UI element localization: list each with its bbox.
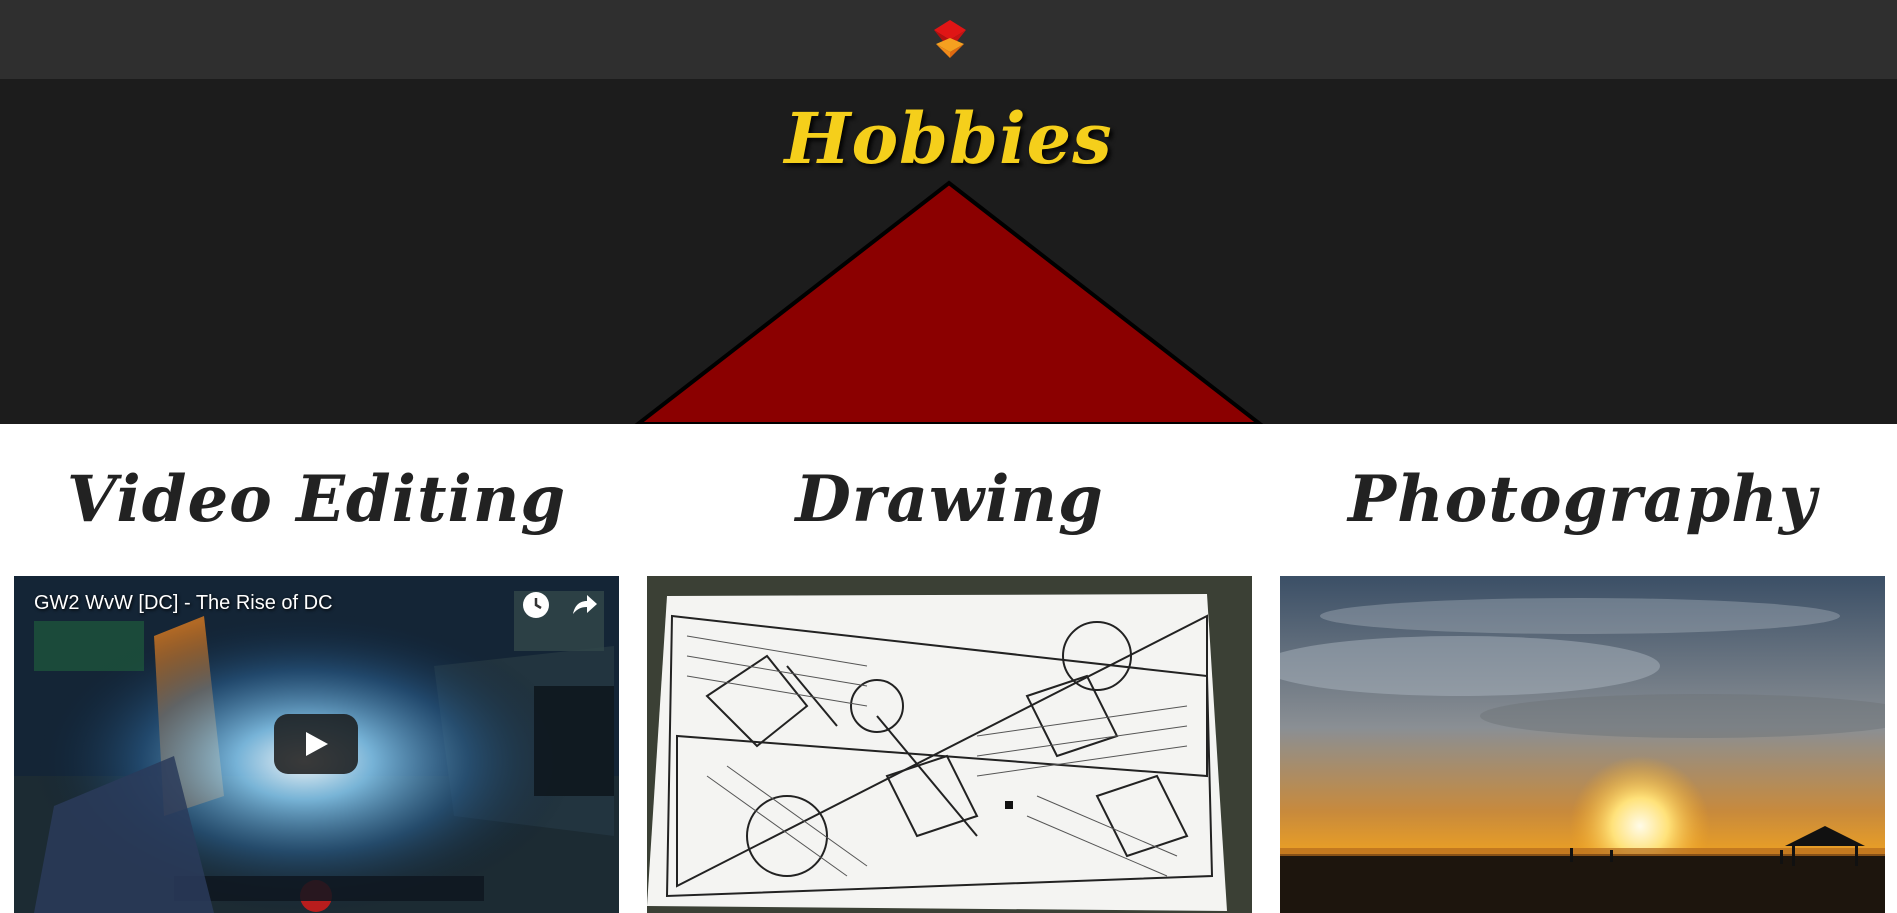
- drawing-image: [647, 576, 1252, 913]
- photography-image: [1280, 576, 1885, 913]
- cube-logo-icon[interactable]: [930, 18, 970, 60]
- play-button[interactable]: [274, 714, 358, 774]
- section-title-photography: Photography: [1348, 462, 1817, 537]
- share-icon[interactable]: [569, 590, 599, 620]
- clock-icon[interactable]: [521, 590, 551, 620]
- video-title[interactable]: GW2 WvW [DC] - The Rise of DC: [34, 592, 333, 615]
- video-embed[interactable]: GW2 WvW [DC] - The Rise of DC: [14, 576, 619, 913]
- section-title-video-editing: Video Editing: [66, 462, 567, 537]
- page-title: Hobbies: [784, 97, 1113, 180]
- section-title-drawing: Drawing: [795, 462, 1104, 537]
- hero-section: Hobbies: [0, 79, 1897, 424]
- play-icon: [306, 732, 328, 756]
- top-navbar: [0, 0, 1897, 79]
